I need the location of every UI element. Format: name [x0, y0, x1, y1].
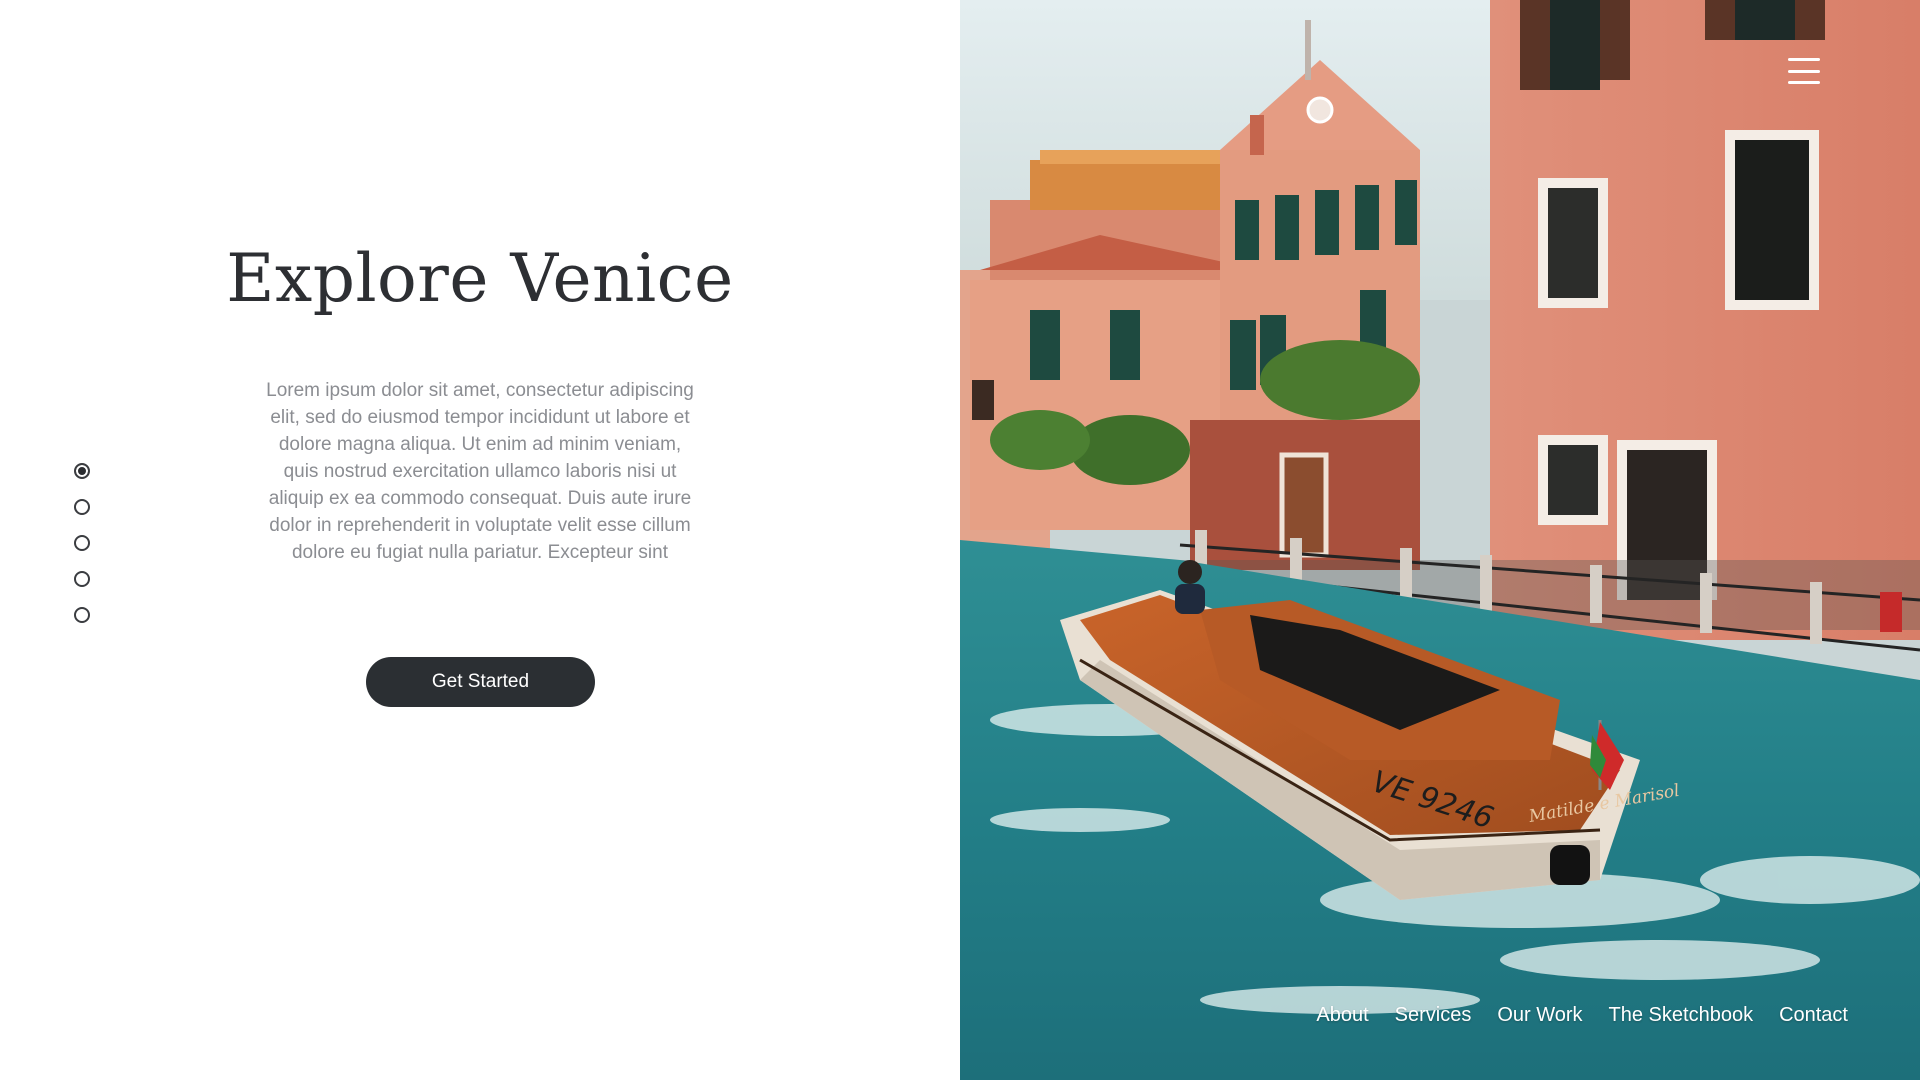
pager-dot-4[interactable] — [74, 571, 90, 587]
hero-panel: Explore Venice Lorem ipsum dolor sit ame… — [0, 0, 960, 1080]
hamburger-menu-icon[interactable] — [1788, 58, 1820, 84]
nav-link-services[interactable]: Services — [1395, 1004, 1472, 1027]
pager-dot-3[interactable] — [74, 535, 90, 551]
nav-link-sketchbook[interactable]: The Sketchbook — [1609, 1004, 1754, 1027]
menu-bar — [1788, 81, 1820, 84]
nav-link-our-work[interactable]: Our Work — [1497, 1004, 1582, 1027]
nav-link-about[interactable]: About — [1316, 1004, 1368, 1027]
pager-dot-5[interactable] — [74, 607, 90, 623]
pager-dot-2[interactable] — [74, 499, 90, 515]
menu-bar — [1788, 58, 1820, 61]
menu-bar — [1788, 69, 1820, 73]
page: Explore Venice Lorem ipsum dolor sit ame… — [0, 0, 1920, 1080]
venice-canal-illustration: VE 9246 Matilde e Marisol — [960, 0, 1920, 1080]
pager-dot-1[interactable] — [74, 463, 90, 479]
footer-nav: About Services Our Work The Sketchbook C… — [1316, 1004, 1848, 1027]
hero-description: Lorem ipsum dolor sit amet, consectetur … — [266, 380, 694, 563]
get-started-button[interactable]: Get Started — [366, 657, 595, 707]
nav-link-contact[interactable]: Contact — [1779, 1004, 1848, 1027]
slide-pager — [74, 463, 90, 623]
hero-photo: VE 9246 Matilde e Marisol About Services… — [960, 0, 1920, 1080]
page-title: Explore Venice — [226, 240, 734, 317]
